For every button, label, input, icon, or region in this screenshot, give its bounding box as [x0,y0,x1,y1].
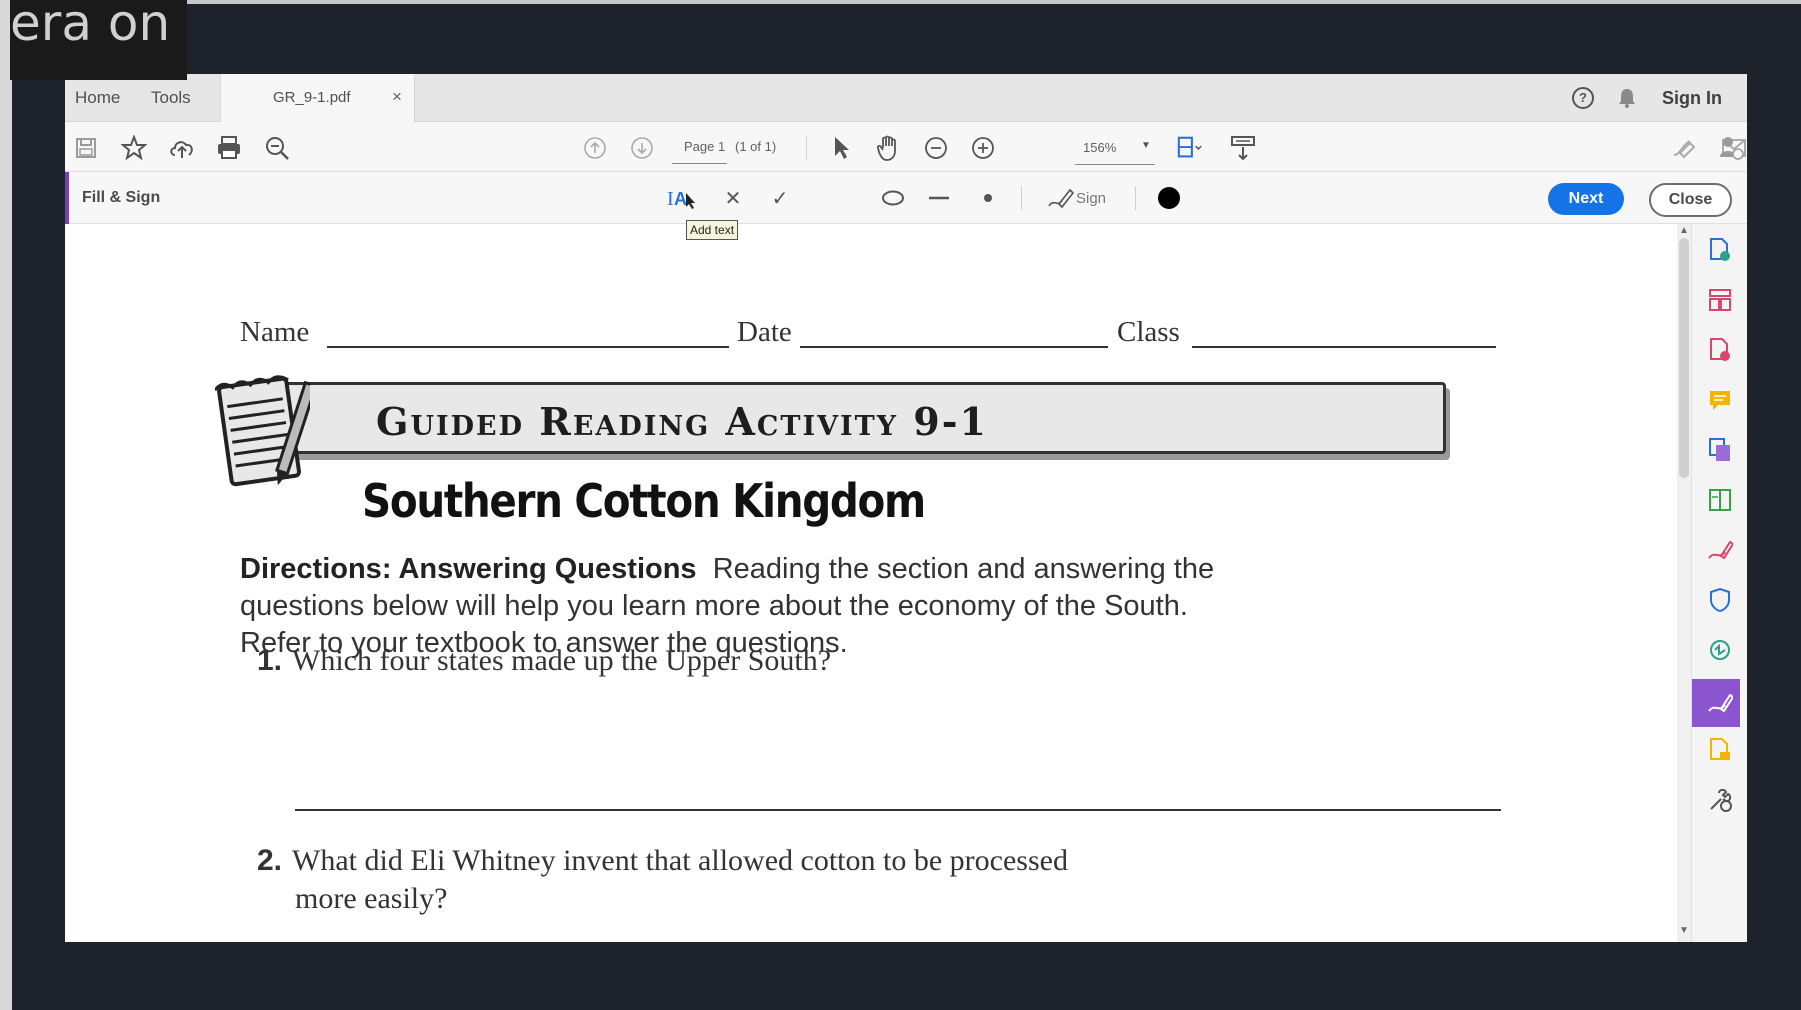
name-label: Name [240,316,310,348]
next-button[interactable]: Next [1548,183,1624,215]
dot-icon[interactable] [980,185,996,211]
class-label: Class [1117,316,1180,348]
help-icon[interactable]: ? [1572,87,1594,109]
more-tools-icon[interactable] [1704,784,1736,816]
fill-sign-toolbar: Fill & Sign IA ✕ ✓ Sign Next Close [65,172,1747,224]
tools-rail [1691,224,1747,942]
ellipse-icon[interactable] [878,185,908,211]
class-blank[interactable] [1192,346,1496,348]
cloud-upload-icon[interactable] [168,134,196,162]
protect-shield-icon[interactable] [1704,584,1736,616]
scroll-mode-icon[interactable] [1229,134,1257,162]
zoom-out-icon[interactable] [922,134,950,162]
name-blank[interactable] [327,346,729,348]
tab-tools[interactable]: Tools [151,88,191,108]
screen-left-edge [0,0,12,1010]
vertical-scrollbar[interactable]: ▲ ▼ [1677,224,1691,942]
check-mark-icon[interactable]: ✓ [769,185,791,211]
date-blank[interactable] [800,346,1108,348]
camera-overlay-text: era on [10,0,187,80]
scroll-thumb[interactable] [1679,238,1689,478]
optimize-pdf-icon[interactable] [1704,634,1736,666]
page-fit-icon[interactable] [1176,134,1204,162]
directions-heading: Directions: Answering Questions [240,553,697,585]
page-number-input[interactable]: Page 1 [684,139,725,154]
next-page-icon[interactable] [628,134,656,162]
share-link-icon[interactable] [1670,134,1698,162]
fill-sign-separator [1135,186,1136,210]
svg-text:I: I [667,188,674,210]
create-pdf-icon[interactable] [1704,334,1736,366]
question-2: 2. What did Eli Whitney invent that allow… [257,844,1068,878]
question-1: 1. Which four states made up the Upper So… [257,644,831,678]
banner-box: Guided Reading Activity 9-1 [283,382,1446,454]
notepad-pencil-icon [215,375,310,487]
bookmark-star-icon[interactable] [120,134,148,162]
select-cursor-icon[interactable] [827,134,855,162]
date-label: Date [737,316,792,348]
question-text: Which four states made up the Upper Sout… [292,644,832,677]
cross-mark-icon[interactable]: ✕ [722,185,744,211]
pdf-page: Name Date Class Guided Reading Activity … [65,224,1677,942]
answer-line-1[interactable] [295,809,1501,811]
sign-label[interactable]: Sign [1076,185,1106,211]
zoom-level-select[interactable]: 156% [1083,140,1116,155]
add-text-tooltip: Add text [686,220,739,240]
toolbar-separator [806,136,807,160]
find-zoom-icon[interactable] [263,134,291,162]
zoom-in-icon[interactable] [969,134,997,162]
tab-document[interactable]: GR_9-1.pdf × [220,74,415,122]
add-user-icon[interactable] [1717,134,1745,162]
edit-pdf-icon[interactable] [1704,484,1736,516]
page-input-underline [672,163,727,164]
organize-pages-icon[interactable] [1704,284,1736,316]
previous-page-icon[interactable] [581,134,609,162]
notification-bell-icon[interactable] [1617,87,1637,109]
page-count: (1 of 1) [735,139,777,154]
acrobat-window: Home Tools GR_9-1.pdf × ? Sign In Page 1… [65,74,1747,942]
color-picker-icon[interactable] [1156,185,1182,211]
close-button[interactable]: Close [1649,183,1732,217]
hand-tool-icon[interactable] [875,134,903,162]
fill-sign-separator [1021,186,1022,210]
fill-sign-title: Fill & Sign [82,189,161,206]
question-2-continued: more easily? [295,882,447,916]
scroll-up-icon[interactable]: ▲ [1677,224,1691,238]
tab-document-label: GR_9-1.pdf [273,89,351,106]
add-text-icon[interactable]: IA [667,185,699,211]
tab-close-icon[interactable]: × [392,87,402,107]
sign-in-button[interactable]: Sign In [1662,88,1722,109]
scroll-down-icon[interactable]: ▼ [1677,924,1691,938]
banner-title: Guided Reading Activity 9-1 [376,399,988,444]
zoom-dropdown-chevron-icon[interactable]: ▼ [1141,140,1151,151]
main-toolbar: Page 1 (1 of 1) 156% ▼ [65,122,1747,172]
export-pdf-icon[interactable] [1704,234,1736,266]
section-title: Southern Cotton Kingdom [362,474,926,528]
save-icon[interactable] [72,134,100,162]
svg-text:A: A [674,189,687,209]
request-signature-icon[interactable] [1704,534,1736,566]
print-icon[interactable] [215,134,243,162]
line-icon[interactable] [927,185,951,211]
fill-sign-rail-icon[interactable] [1704,687,1736,719]
question-number: 2. [257,844,283,877]
tab-home[interactable]: Home [75,88,120,108]
page-number-field[interactable]: Page 1 (1 of 1) [672,131,792,164]
question-text: What did Eli Whitney invent that allowed… [292,844,1068,877]
tab-bar: Home Tools GR_9-1.pdf × ? Sign In [65,74,1747,122]
activity-banner: Guided Reading Activity 9-1 [215,375,1450,487]
comment-icon[interactable] [1704,384,1736,416]
send-for-review-icon[interactable] [1704,734,1736,766]
zoom-underline [1075,164,1155,165]
document-view[interactable]: Name Date Class Guided Reading Activity … [65,224,1688,942]
sign-pen-icon[interactable] [1045,185,1075,211]
fill-sign-accent [65,172,69,224]
question-number: 1. [257,644,283,677]
screen-top-edge [0,0,1801,4]
combine-files-icon[interactable] [1704,434,1736,466]
question-text: more easily? [295,882,448,915]
